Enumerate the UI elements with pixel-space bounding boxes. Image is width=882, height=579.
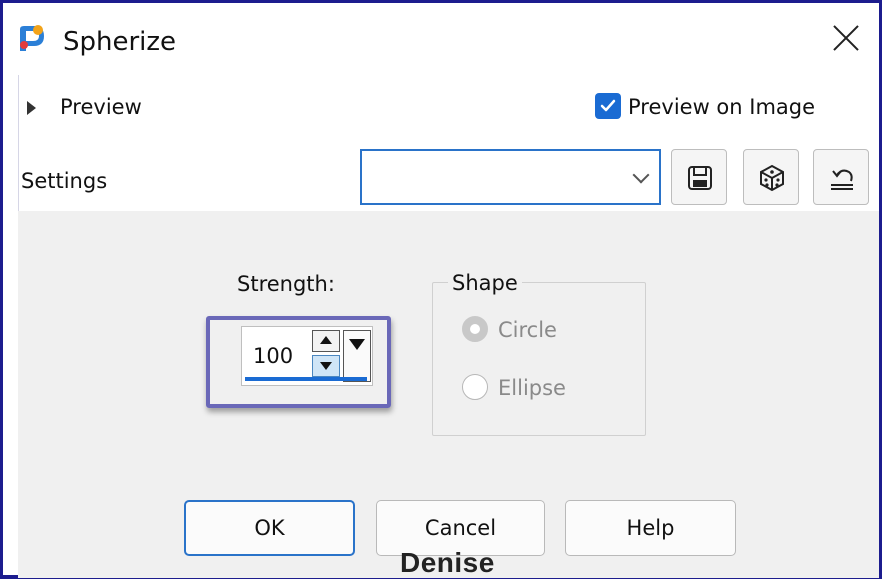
dice-icon bbox=[760, 164, 784, 192]
circle-radio-label[interactable]: Circle bbox=[498, 318, 557, 342]
undo-arrow-icon bbox=[831, 169, 853, 190]
randomize-button[interactable] bbox=[743, 149, 799, 205]
preview-row: Preview Preview on Image bbox=[3, 81, 879, 131]
strength-label: Strength: bbox=[237, 272, 335, 296]
close-icon[interactable] bbox=[827, 19, 865, 57]
expand-triangle-icon[interactable] bbox=[27, 101, 36, 115]
chevron-down-icon[interactable] bbox=[632, 166, 650, 184]
reset-button[interactable] bbox=[813, 149, 869, 205]
strength-slider-bar[interactable] bbox=[245, 377, 367, 381]
app-icon bbox=[16, 23, 48, 55]
settings-row: Settings bbox=[3, 143, 879, 211]
strength-value[interactable]: 100 bbox=[253, 344, 293, 368]
dropdown-arrow-icon[interactable] bbox=[343, 330, 371, 382]
spin-up-arrow-icon[interactable] bbox=[312, 330, 340, 352]
spin-down-arrow-icon[interactable] bbox=[312, 355, 340, 377]
window-title: Spherize bbox=[63, 27, 177, 57]
ellipse-radio[interactable] bbox=[462, 374, 488, 400]
title-bar: Spherize bbox=[3, 3, 879, 75]
preview-on-image-label[interactable]: Preview on Image bbox=[628, 95, 815, 119]
shape-groupbox bbox=[432, 282, 646, 436]
ok-button[interactable]: OK bbox=[184, 500, 355, 556]
settings-label: Settings bbox=[21, 169, 108, 193]
help-button[interactable]: Help bbox=[565, 500, 736, 556]
watermark-text: Denise bbox=[400, 547, 495, 578]
preview-toggle-label[interactable]: Preview bbox=[60, 95, 142, 119]
preview-on-image-checkbox[interactable] bbox=[595, 93, 621, 119]
settings-dropdown[interactable] bbox=[360, 149, 661, 205]
shape-legend: Shape bbox=[448, 271, 522, 295]
floppy-disk-icon bbox=[688, 166, 712, 190]
ellipse-radio-label[interactable]: Ellipse bbox=[498, 376, 566, 400]
save-preset-button[interactable] bbox=[671, 149, 727, 205]
circle-radio[interactable] bbox=[462, 316, 488, 342]
